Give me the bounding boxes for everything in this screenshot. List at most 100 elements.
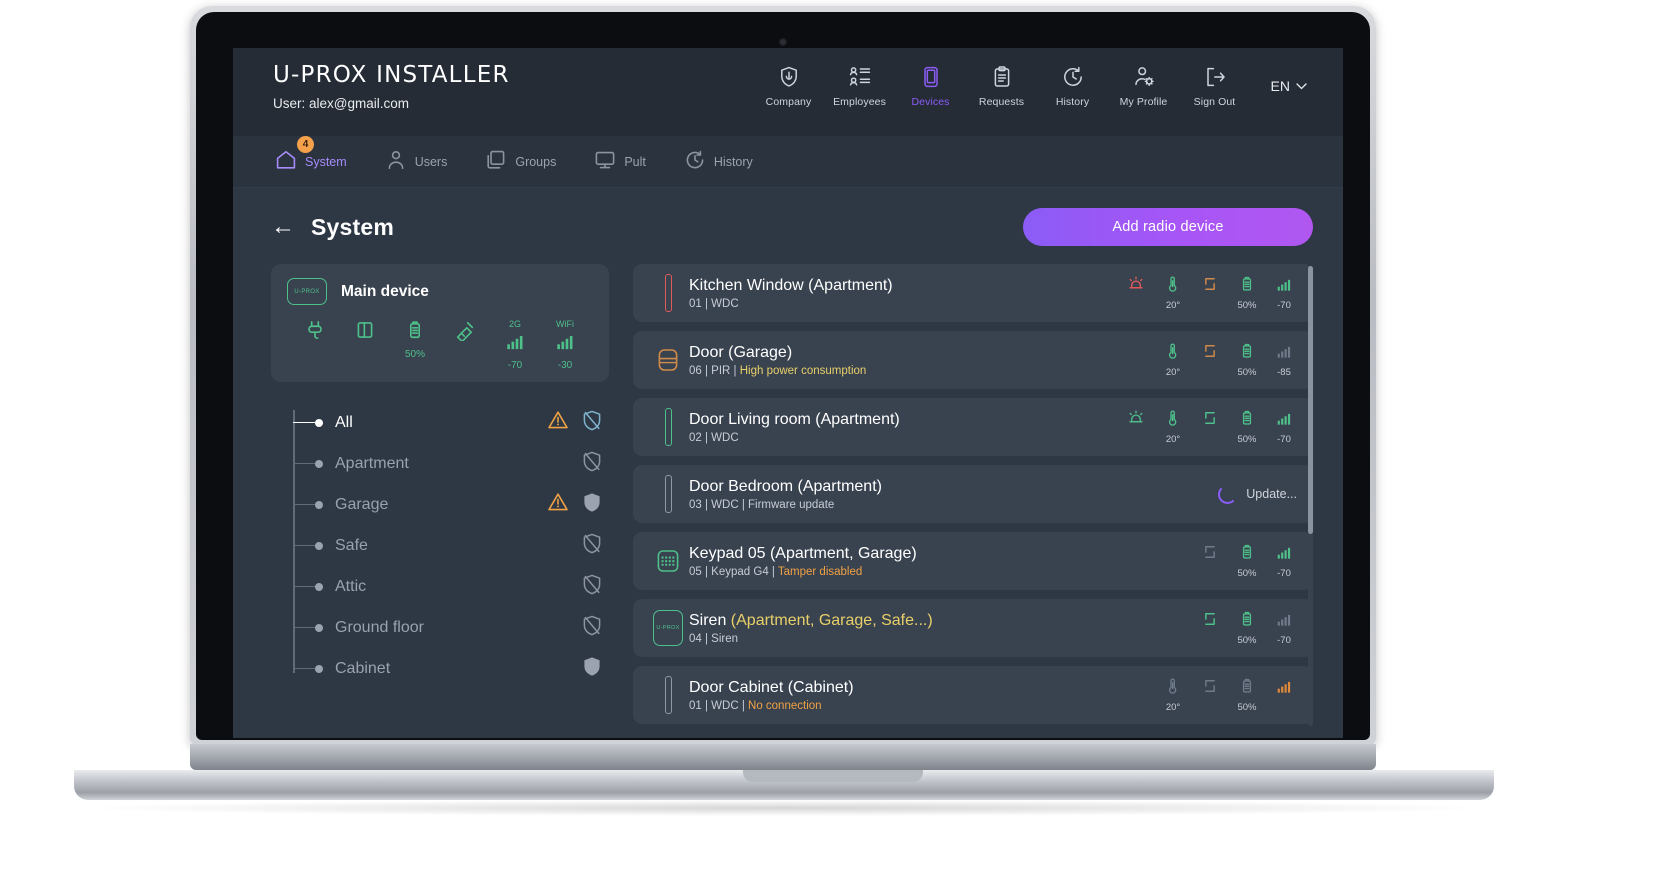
topnav-item-sign-out[interactable]: Sign Out [1179, 64, 1250, 108]
battery-icon [1238, 610, 1256, 633]
device-row[interactable]: Keypad 05 (Apartment, Garage) 05 | Keypad… [633, 532, 1313, 590]
main-device-stats: 50% 2G -70 WiFi -30 [287, 319, 593, 372]
device-list: Kitchen Window (Apartment) 01 | WDC 20° 50%… [633, 264, 1313, 724]
language-selector[interactable]: EN [1271, 78, 1307, 94]
zone-item-all[interactable]: All [293, 402, 609, 443]
tree-connector [293, 585, 315, 588]
clipboard-icon [990, 64, 1014, 90]
topnav-item-employees[interactable]: Employees [824, 64, 895, 108]
temp-icon [1164, 342, 1182, 365]
subnav-badge: 4 [297, 136, 314, 153]
device-stat: 20° [1160, 409, 1186, 445]
network-type-label: 2G [508, 319, 521, 329]
zone-label: Safe [335, 536, 368, 554]
shield-disarmed-icon[interactable] [581, 450, 603, 477]
device-stat [1197, 342, 1223, 378]
shield-disarmed-active-icon[interactable] [581, 409, 603, 436]
laptop-base [190, 744, 1376, 770]
device-stat: -85 [1271, 342, 1297, 378]
stat-value: -70 [1277, 434, 1291, 445]
screen: U-PROX INSTALLER User: alex@gmail.com Co… [233, 48, 1343, 738]
device-row[interactable]: U-PROX Siren (Apartment, Garage, Safe...)… [633, 599, 1313, 657]
zone-item-cabinet[interactable]: Cabinet [293, 648, 609, 689]
device-alert-label: Tamper disabled [777, 565, 863, 578]
stat-value: 50% [404, 349, 425, 360]
device-text-block: Kitchen Window (Apartment) 01 | WDC [689, 277, 893, 310]
topnav-item-devices[interactable]: Devices [895, 64, 966, 108]
shield-disarmed-icon[interactable] [581, 573, 603, 600]
subnav-item-history[interactable]: History [680, 145, 757, 178]
device-row[interactable]: Door Living room (Apartment) 02 | WDC 20° 5… [633, 398, 1313, 456]
topnav-item-label: Employees [833, 96, 886, 108]
antenna-icon [454, 319, 476, 346]
zone-item-ground-floor[interactable]: Ground floor [293, 607, 609, 648]
shield-disarmed-icon[interactable] [581, 532, 603, 559]
device-row[interactable]: Kitchen Window (Apartment) 01 | WDC 20° 50%… [633, 264, 1313, 322]
device-subtitle-main: 02 | WDC [689, 431, 739, 444]
zone-item-apartment[interactable]: Apartment [293, 443, 609, 484]
topnav-item-label: Requests [978, 96, 1025, 108]
back-arrow-icon[interactable]: ← [271, 215, 295, 239]
device-alert-label: High power consumption [739, 364, 867, 377]
shield-disarmed-icon[interactable] [581, 614, 603, 641]
siren-device-icon: U-PROX [647, 610, 689, 646]
main-device-card[interactable]: U-PROX Main device 50% 2G -70 WiFi -30 [271, 264, 609, 382]
zone-status-icons [581, 573, 609, 600]
zone-label: Ground floor [335, 618, 424, 636]
stat-value: -70 [1277, 568, 1291, 579]
zone-item-garage[interactable]: Garage [293, 484, 609, 525]
update-status-label: Update... [1246, 487, 1297, 501]
stat-value: 50% [1237, 702, 1257, 713]
stat-value: -85 [1277, 367, 1291, 378]
zone-item-attic[interactable]: Attic [293, 566, 609, 607]
main-device-icon: U-PROX [287, 278, 327, 305]
topnav-item-company[interactable]: Company [753, 64, 824, 108]
zone-item-safe[interactable]: Safe [293, 525, 609, 566]
monitor-icon [594, 149, 616, 174]
device-stat: 20° [1160, 275, 1186, 311]
scrollbar-thumb[interactable] [1308, 266, 1313, 534]
device-stat [1123, 409, 1149, 445]
subnav-item-label: History [713, 154, 753, 169]
app-window: U-PROX INSTALLER User: alex@gmail.com Co… [233, 48, 1343, 738]
device-row[interactable]: Door (Garage) 06 | PIR | High power consu… [633, 331, 1313, 389]
device-subtitle: 02 | WDC [689, 432, 900, 444]
subnav-item-groups[interactable]: Groups [481, 145, 560, 178]
subnav-item-system[interactable]: System 4 [271, 136, 351, 178]
stat-value: 50% [1237, 635, 1257, 646]
sub-navigation: System 4 Users Groups Pult History [233, 136, 1343, 188]
app-logo: U-PROX INSTALLER [273, 62, 510, 88]
device-list-scrollbar[interactable] [1308, 266, 1313, 726]
home-icon [275, 149, 297, 174]
stat-value: 20° [1165, 702, 1181, 713]
subnav-item-pult[interactable]: Pult [590, 145, 650, 178]
tamper-icon [1201, 543, 1219, 566]
signal-icon [1275, 677, 1293, 700]
stat-value: 20° [1165, 300, 1181, 311]
topnav-item-requests[interactable]: Requests [966, 64, 1037, 108]
device-stat: -70 [1271, 610, 1297, 646]
device-list-panel: Kitchen Window (Apartment) 01 | WDC 20° 50%… [633, 264, 1313, 734]
power-plug-icon [304, 319, 326, 346]
shield-armed-icon[interactable] [581, 655, 603, 682]
zones-tree: All Apartment Garage Safe Attic Ground floor C… [271, 402, 609, 689]
device-row[interactable]: Door Bedroom (Apartment) 03 | WDC | Firmw… [633, 465, 1313, 523]
device-stat [1197, 543, 1223, 579]
subnav-item-users[interactable]: Users [381, 145, 452, 178]
zone-label: Apartment [335, 454, 409, 472]
device-stat: 50% [1234, 543, 1260, 579]
device-row[interactable]: Door Cabinet (Cabinet) 01 | WDC | No conn… [633, 666, 1313, 724]
topnav-item-my-profile[interactable]: My Profile [1108, 64, 1179, 108]
stat-value: -30 [557, 360, 573, 371]
device-stat: 50% [1234, 342, 1260, 378]
topnav-item-label: Company [765, 96, 812, 108]
battery-icon [1238, 342, 1256, 365]
topnav-item-history[interactable]: History [1037, 64, 1108, 108]
temp-icon [1164, 409, 1182, 432]
battery-icon [404, 319, 426, 346]
device-stat [1123, 275, 1149, 311]
door-sensor-icon [647, 408, 689, 446]
add-radio-device-button[interactable]: Add radio device [1023, 208, 1313, 246]
shield-armed-icon[interactable] [581, 491, 603, 518]
tree-node-dot [315, 418, 323, 427]
